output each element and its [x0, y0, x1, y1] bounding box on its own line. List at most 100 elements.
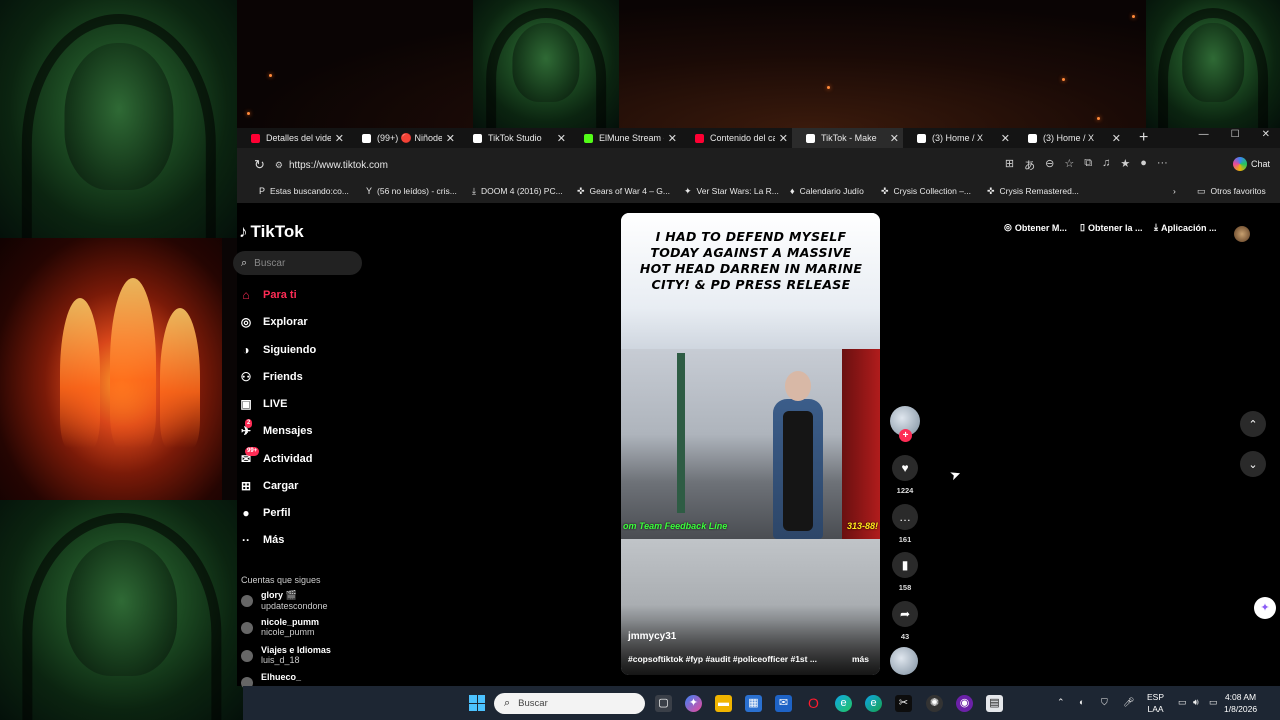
tab-2[interactable]: TikTok Studio ✕: [459, 128, 570, 148]
tab-close-icon[interactable]: ✕: [557, 132, 566, 145]
follow-plus-icon[interactable]: +: [899, 429, 912, 442]
tab-6[interactable]: (3) Home / X ✕: [903, 128, 1014, 148]
tab-close-icon[interactable]: ✕: [446, 132, 455, 145]
capcut-icon[interactable]: ✂: [895, 695, 912, 712]
extensions-icon[interactable]: ⧉: [1084, 157, 1092, 173]
other-favorites-folder[interactable]: ▭ Otros favoritos: [1197, 186, 1266, 197]
nav-item-2[interactable]: ◑ Siguiendo: [237, 340, 367, 360]
tiktok-search-input[interactable]: ⌕ Buscar: [233, 251, 362, 275]
site-info-icon[interactable]: ⚙: [275, 160, 283, 171]
battery-icon[interactable]: ▭: [1209, 697, 1218, 708]
tiktok-logo[interactable]: ♪ TikTok: [239, 222, 304, 242]
task-view-icon[interactable]: ▢: [655, 695, 672, 712]
favorites-icon[interactable]: ★: [1120, 157, 1130, 173]
tab-close-icon[interactable]: ✕: [335, 132, 344, 145]
next-video-button[interactable]: ⌄: [1240, 451, 1266, 477]
chatgpt-icon[interactable]: ✺: [926, 695, 943, 712]
reload-icon[interactable]: ↻: [254, 157, 265, 173]
taskbar-search[interactable]: ⌕ Buscar: [494, 693, 645, 714]
edge-dev-icon[interactable]: e: [865, 695, 882, 712]
bookmark-6[interactable]: ✜ Crysis Collection –...: [881, 186, 971, 197]
nav-item-3[interactable]: ⚇ Friends: [237, 367, 367, 387]
nav-item-8[interactable]: ● Perfil: [237, 503, 367, 523]
edge-sidebar-copilot-icon[interactable]: ✦: [1254, 597, 1276, 619]
tab-7[interactable]: (3) Home / X ✕: [1014, 128, 1125, 148]
nav-item-4[interactable]: ▣ LIVE: [237, 394, 367, 414]
copilot-taskbar-icon[interactable]: ✦: [685, 695, 702, 712]
zoom-icon[interactable]: ⊖: [1045, 157, 1054, 173]
following-account[interactable]: glory 🎬 updatescondone: [241, 590, 328, 611]
bookmarks-overflow-icon[interactable]: ›: [1173, 186, 1176, 196]
share-button[interactable]: ➦ 43: [890, 601, 920, 641]
music-disc-icon[interactable]: [890, 647, 918, 675]
menu-icon[interactable]: ···: [1157, 157, 1168, 173]
desktop-app-button[interactable]: ⤓ Aplicación ...: [1154, 222, 1217, 233]
tray-security-icon[interactable]: ⛉: [1101, 697, 1108, 708]
edge-icon[interactable]: e: [835, 695, 852, 712]
volume-icon[interactable]: 🔊︎: [1193, 697, 1199, 708]
file-explorer-icon[interactable]: ▬: [715, 695, 732, 712]
app-available-icon[interactable]: ⊞: [1005, 157, 1014, 173]
outlook-icon[interactable]: ✉: [775, 695, 792, 712]
save-button[interactable]: ▮ 158: [890, 552, 920, 592]
tray-app-icon[interactable]: ◐: [1079, 697, 1084, 707]
input-language[interactable]: ESP LAA: [1147, 691, 1164, 715]
network-icon[interactable]: ▭: [1178, 697, 1187, 708]
system-clock[interactable]: 4:08 AM 1/8/2026: [1224, 691, 1257, 715]
bookmark-0[interactable]: P Estas buscando:co...: [259, 186, 349, 196]
get-mobile-app-button[interactable]: ◎ Obtener M...: [1004, 222, 1067, 233]
profile-icon: ●: [242, 506, 250, 520]
following-account[interactable]: nicole_pumm nicole_pumm: [241, 617, 319, 637]
copilot-chat-button[interactable]: Chat: [1232, 157, 1270, 171]
start-button[interactable]: [469, 695, 485, 711]
nav-item-0[interactable]: ⌂ Para ti: [237, 285, 367, 305]
bookmark-2[interactable]: ⤓ DOOM 4 (2016) PC...: [472, 186, 563, 197]
profile-icon[interactable]: ●: [1140, 157, 1147, 173]
video-player[interactable]: I HAD TO DEFEND MYSELF TODAY AGAINST A M…: [621, 213, 880, 675]
nav-item-1[interactable]: ◎ Explorar: [237, 312, 367, 332]
user-avatar[interactable]: [1234, 226, 1250, 242]
media-icon[interactable]: ♫: [1102, 157, 1110, 173]
video-author[interactable]: jmmycy31: [628, 631, 676, 642]
following-account[interactable]: Viajes e Idiomas luis_d_18: [241, 645, 331, 665]
tab-close-icon[interactable]: ✕: [779, 132, 788, 145]
microphone-icon[interactable]: 🎤︎: [1123, 697, 1134, 708]
tab-4[interactable]: Contenido del cana ✕: [681, 128, 792, 148]
get-app-button[interactable]: ▯ Obtener la ...: [1080, 222, 1142, 233]
previous-video-button[interactable]: ⌃: [1240, 411, 1266, 437]
bookmark-3[interactable]: ✜ Gears of War 4 – G...: [577, 186, 670, 197]
bookmark-4[interactable]: ✦ Ver Star Wars: La R...: [684, 186, 779, 197]
comment-button[interactable]: … 161: [890, 504, 920, 544]
like-button[interactable]: ♥ 1224: [890, 455, 920, 495]
url-field[interactable]: ⚙ https://www.tiktok.com: [275, 154, 1045, 176]
nav-item-7[interactable]: ⊞ Cargar: [237, 476, 367, 496]
maximize-button[interactable]: ☐: [1231, 129, 1240, 140]
bookmark-5[interactable]: ♦ Calendario Judío: [790, 186, 864, 196]
tab-1[interactable]: (99+) 🔴 Niñodefue ✕: [348, 128, 459, 148]
nav-item-9[interactable]: ·· Más: [237, 530, 367, 550]
nav-item-5[interactable]: ✈ 2 Mensajes: [237, 419, 367, 441]
tab-5[interactable]: TikTok - Make ✕: [792, 128, 903, 148]
tab-close-icon[interactable]: ✕: [890, 132, 899, 145]
minimize-button[interactable]: —: [1199, 129, 1209, 140]
tiktok-icon: [806, 133, 815, 143]
tab-0[interactable]: Detalles del video ✕: [237, 128, 348, 148]
new-tab-button[interactable]: +: [1139, 129, 1148, 147]
app-purple-icon[interactable]: ◉: [956, 695, 973, 712]
bookmark-1[interactable]: Y (56 no leídos) - cris...: [366, 186, 457, 196]
opera-icon[interactable]: O: [805, 695, 822, 712]
tab-close-icon[interactable]: ✕: [668, 132, 677, 145]
store-icon[interactable]: ▦: [745, 695, 762, 712]
caption-more-button[interactable]: más: [852, 654, 869, 664]
nav-item-6[interactable]: ✉ 99+ Actividad: [237, 447, 367, 469]
tab-3[interactable]: ElMune Stream - W ✕: [570, 128, 681, 148]
tab-close-icon[interactable]: ✕: [1001, 132, 1010, 145]
close-window-button[interactable]: ✕: [1262, 129, 1270, 140]
translate-icon[interactable]: あ: [1024, 157, 1035, 173]
tab-close-icon[interactable]: ✕: [1112, 132, 1121, 145]
tray-overflow-icon[interactable]: ⌃: [1057, 697, 1065, 708]
favorite-star-icon[interactable]: ☆: [1064, 157, 1074, 173]
bookmark-7[interactable]: ✜ Crysis Remastered...: [987, 186, 1079, 197]
notepad-icon[interactable]: ▤: [986, 695, 1003, 712]
gamepad-icon: ✜: [881, 185, 889, 196]
